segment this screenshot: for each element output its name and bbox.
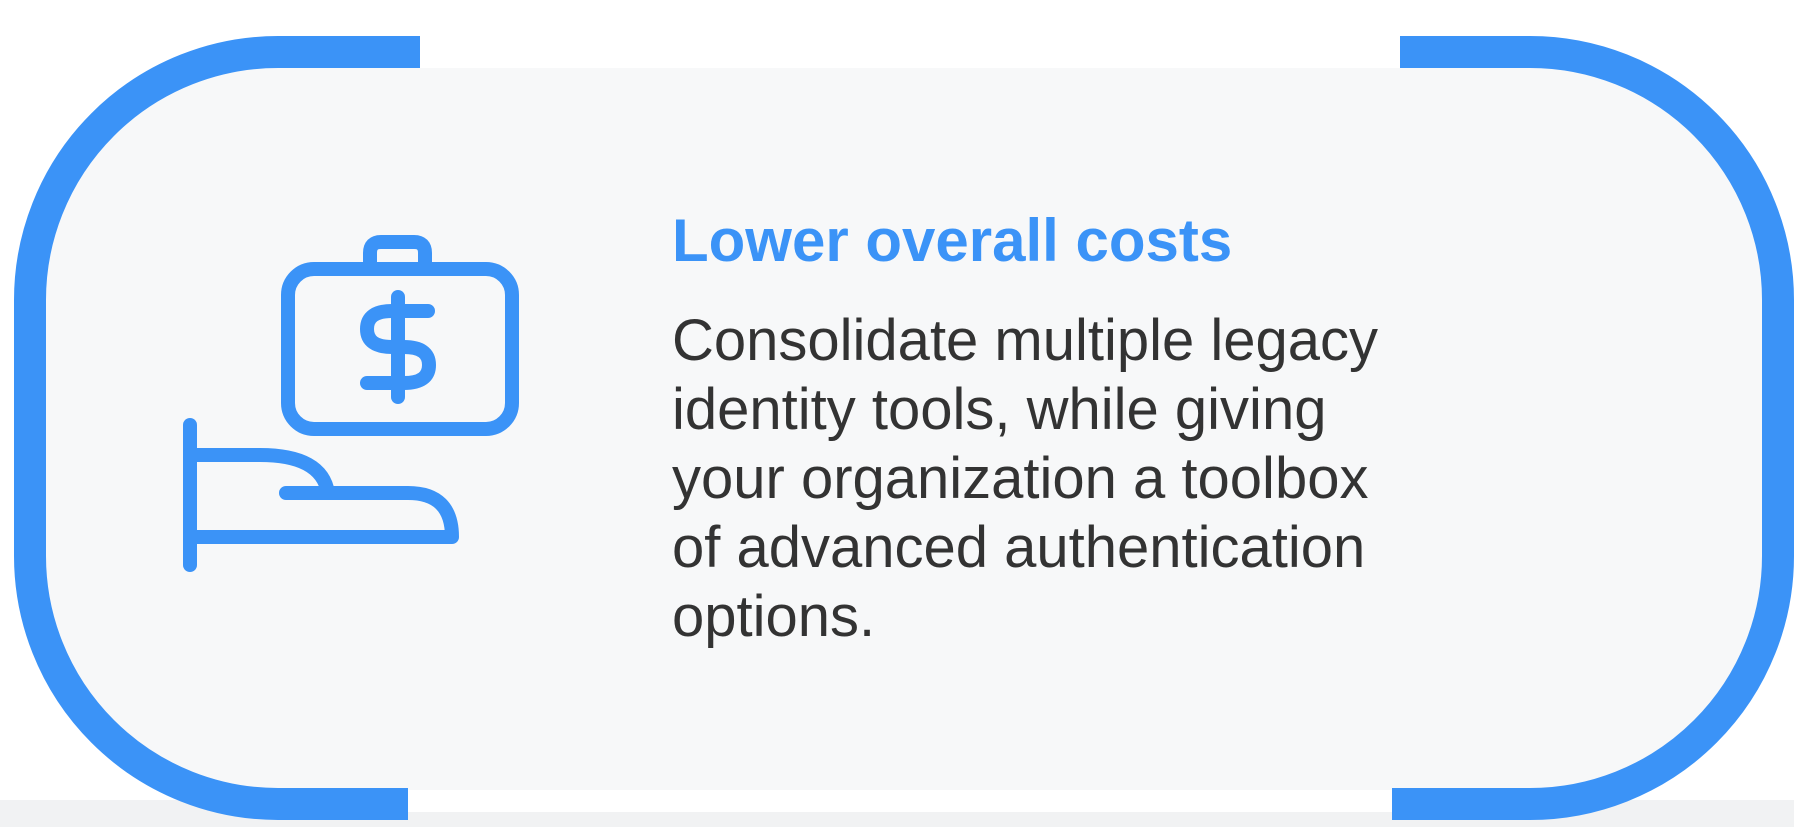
description-line: Consolidate multiple legacy [672,308,1379,373]
description-line: identity tools, while giving [672,377,1327,442]
feature-title: Lower overall costs [672,207,1233,274]
description-line: options. [672,584,876,649]
hand-fingers [183,486,459,544]
feature-description: Consolidate multiple legacy identity too… [672,306,1552,651]
description-line: of advanced authentication [672,515,1366,580]
feature-panel: Lower overall costs Consolidate multiple… [0,0,1794,827]
background-strip [0,800,1794,827]
hand-holding-briefcase-dollar-icon [183,235,519,572]
description-line: your organization a toolbox [672,446,1369,511]
